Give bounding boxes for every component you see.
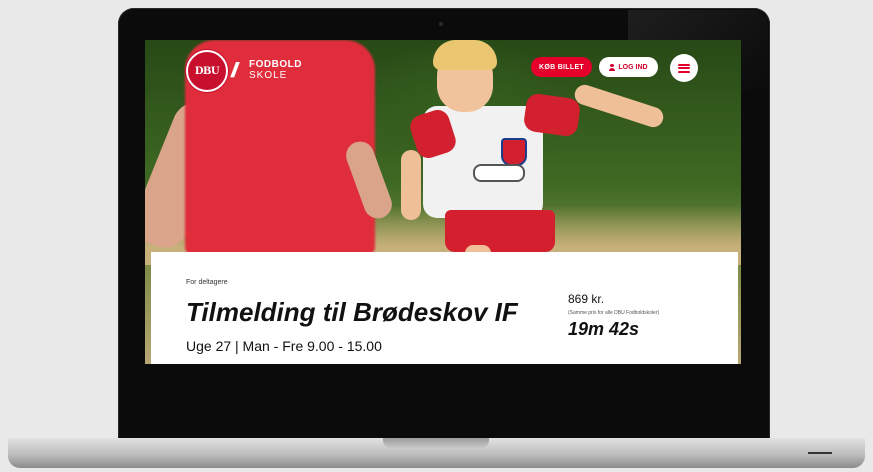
dbu-logo[interactable]: DBU [186, 50, 228, 92]
laptop-detail [808, 452, 832, 454]
logo-subtitle: SKOLE [249, 70, 288, 81]
price-note: (Samme pris for alle DBU Fodboldskoler) [568, 310, 660, 316]
logo-slash-icon: // [231, 60, 238, 82]
laptop-notch [383, 438, 489, 448]
buy-ticket-button[interactable]: KØB BILLET [531, 57, 592, 77]
countdown-timer: 19m 42s [568, 319, 640, 339]
sponsor-logo [473, 164, 525, 182]
child-arm [572, 82, 666, 130]
card-label: For deltagere [186, 279, 228, 286]
page-title: Tilmelding til Brødeskov IF [186, 297, 518, 327]
web-page-screen: DBU // FODBOLD SKOLE KØB BILLET LOG IND … [145, 40, 741, 364]
child-arm [401, 150, 421, 220]
camera-icon [439, 22, 443, 26]
hamburger-menu-icon [678, 63, 690, 73]
menu-button[interactable] [670, 54, 698, 82]
login-label: LOG IND [618, 63, 648, 71]
user-icon [609, 63, 616, 71]
club-badge-icon [501, 138, 527, 166]
logo-title: FODBOLD [249, 59, 302, 70]
price: 869 kr. [568, 292, 605, 306]
login-button[interactable]: LOG IND [599, 57, 658, 77]
dbu-logo-text: DBU [194, 65, 220, 77]
schedule-text: Uge 27 | Man - Fre 9.00 - 15.00 [186, 338, 382, 354]
buy-ticket-label: KØB BILLET [539, 63, 584, 71]
child-shorts [445, 210, 555, 252]
registration-card: For deltagere Tilmelding til Brødeskov I… [151, 252, 738, 364]
